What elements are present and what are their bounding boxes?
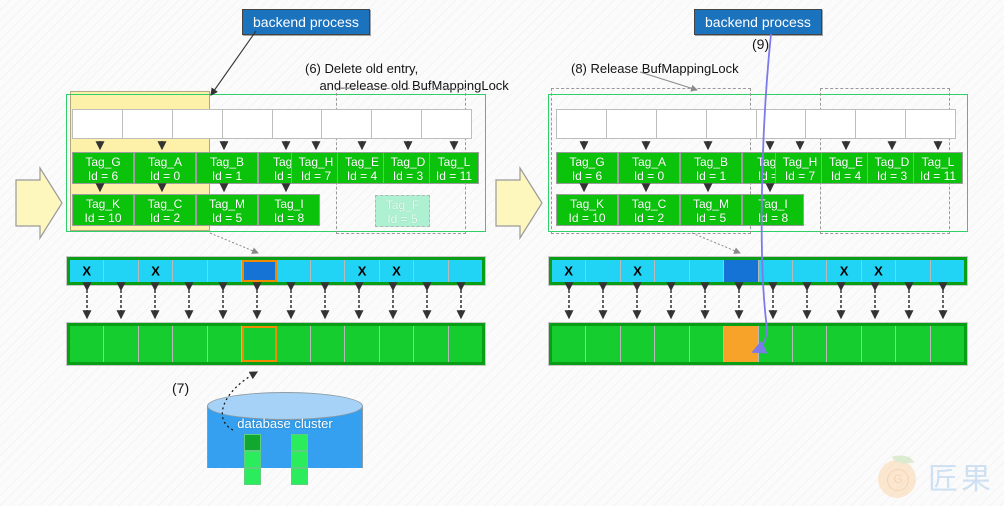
tag-name: Tag_E <box>828 155 864 169</box>
tag-name: Tag_H <box>782 155 818 169</box>
bucket-cell[interactable] <box>906 110 955 138</box>
watermark: G 匠果 <box>876 451 994 498</box>
descriptor-cell[interactable] <box>792 260 828 282</box>
tag-entry[interactable]: Tag_G Id = 6 <box>556 152 618 184</box>
bucket-cell[interactable] <box>607 110 657 138</box>
pool-cell[interactable] <box>758 326 793 362</box>
tag-entry[interactable]: Tag_C Id = 2 <box>618 194 680 226</box>
right-buffer-pool <box>548 322 968 366</box>
descriptor-cell[interactable] <box>930 260 965 282</box>
tag-name: Tag_M <box>692 197 730 211</box>
tag-id: Id = 0 <box>633 169 665 183</box>
tag-entry[interactable]: Tag_K Id = 10 <box>556 194 618 226</box>
right-backend-process-label[interactable]: backend process <box>694 9 822 35</box>
pool-cell-selected[interactable] <box>724 326 759 362</box>
logo-ring-glyph: G <box>887 469 909 491</box>
tag-id: Id = 7 <box>784 169 816 183</box>
pool-cell[interactable] <box>930 326 965 362</box>
tag-name: Tag_L <box>921 155 955 169</box>
descriptor-cell[interactable]: X <box>861 260 897 282</box>
tag-entry[interactable]: Tag_B Id = 1 <box>680 152 742 184</box>
descriptor-cell[interactable] <box>655 260 690 282</box>
tag-name: Tag_G <box>569 155 605 169</box>
tag-entry[interactable]: Tag_H Id = 7 <box>775 152 825 184</box>
tag-name: Tag_A <box>631 155 667 169</box>
tag-id: Id = 2 <box>633 211 665 225</box>
bucket-cell[interactable] <box>707 110 757 138</box>
tag-name: Tag_C <box>631 197 667 211</box>
tag-entry[interactable]: Tag_I Id = 8 <box>742 194 804 226</box>
descriptor-cell-selected[interactable] <box>724 260 759 282</box>
pool-cell[interactable] <box>655 326 690 362</box>
descriptor-cell[interactable]: X <box>552 260 587 282</box>
tag-id: Id = 10 <box>568 211 606 225</box>
pool-cell[interactable] <box>861 326 897 362</box>
tag-entry[interactable]: Tag_L Id = 11 <box>913 152 963 184</box>
bucket-cell[interactable] <box>856 110 907 138</box>
watermark-text: 匠果 <box>928 462 994 497</box>
tag-id: Id = 4 <box>830 169 862 183</box>
pool-cell[interactable] <box>792 326 828 362</box>
tag-name: Tag_I <box>758 197 788 211</box>
right-step8-note: (8) Release BufMappingLock <box>571 61 739 76</box>
pool-cell[interactable] <box>896 326 931 362</box>
tag-id: Id = 3 <box>876 169 908 183</box>
pin-mark: X <box>839 263 849 279</box>
orange-logo-icon: G <box>876 451 920 498</box>
descriptor-cell[interactable] <box>758 260 793 282</box>
tag-id: Id = 5 <box>695 211 727 225</box>
descriptor-cell[interactable] <box>586 260 621 282</box>
descriptor-cell[interactable]: X <box>827 260 862 282</box>
tag-entry[interactable]: Tag_A Id = 0 <box>618 152 680 184</box>
bucket-cell[interactable] <box>757 110 807 138</box>
tag-name: Tag_B <box>693 155 729 169</box>
pool-cell[interactable] <box>689 326 725 362</box>
bucket-cell[interactable] <box>806 110 857 138</box>
pool-cell[interactable] <box>552 326 587 362</box>
descriptor-cell[interactable]: X <box>620 260 656 282</box>
right-step9-marker: (9) <box>752 36 770 52</box>
tag-entry[interactable]: Tag_M Id = 5 <box>680 194 742 226</box>
tag-name: Tag_K <box>569 197 605 211</box>
pool-cell[interactable] <box>620 326 656 362</box>
tag-entry[interactable]: Tag_D Id = 3 <box>867 152 917 184</box>
bucket-cell[interactable] <box>557 110 607 138</box>
tag-entry[interactable]: Tag_E Id = 4 <box>821 152 871 184</box>
descriptor-cell[interactable] <box>689 260 725 282</box>
tag-id: Id = 8 <box>757 211 789 225</box>
right-bucket-row <box>556 109 956 139</box>
pin-mark: X <box>633 263 642 279</box>
tag-id: Id = 6 <box>571 169 603 183</box>
right-panel: backend process (8) Release BufMappingLo… <box>0 0 1004 506</box>
descriptor-cell[interactable] <box>896 260 931 282</box>
pool-cell[interactable] <box>827 326 862 362</box>
tag-id: Id = 11 <box>919 169 957 183</box>
pool-cell[interactable] <box>586 326 621 362</box>
bucket-cell[interactable] <box>657 110 707 138</box>
right-buffer-descriptors: X X X X <box>548 256 968 286</box>
tag-name: Tag_D <box>874 155 910 169</box>
tag-id: Id = 1 <box>695 169 727 183</box>
pin-mark: X <box>874 263 883 279</box>
pin-mark: X <box>564 263 574 279</box>
